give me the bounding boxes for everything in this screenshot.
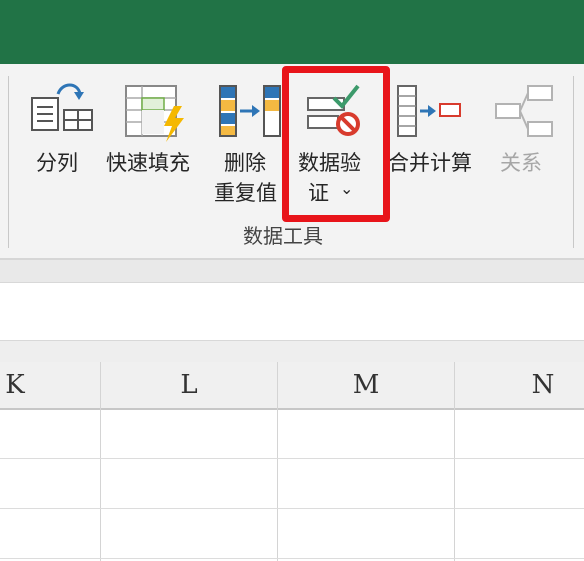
group-separator-right <box>573 76 574 248</box>
grid-row-line <box>0 508 584 509</box>
grid-column-line <box>277 362 278 561</box>
relationships-icon <box>495 85 553 137</box>
consolidate-label: 合并计算 <box>388 151 472 175</box>
consolidate-icon <box>397 85 461 137</box>
column-header-n[interactable]: N <box>455 362 584 408</box>
grid-column-line <box>100 362 101 561</box>
highlight-box <box>282 66 390 222</box>
grid-row-line <box>0 458 584 459</box>
remove-duplicates-button[interactable]: 删除 重复值 <box>212 80 286 220</box>
grid-row-line <box>0 558 584 559</box>
column-headers: K L M N <box>0 362 584 410</box>
formula-bar[interactable] <box>0 282 584 341</box>
title-bar <box>0 0 584 64</box>
group-label-data-tools: 数据工具 <box>243 224 323 248</box>
remove-duplicates-icon <box>219 85 281 137</box>
flash-fill-label: 快速填充 <box>106 151 190 175</box>
relationships-button[interactable]: 关系 <box>490 80 562 200</box>
ribbon-collapse-strip <box>0 260 584 282</box>
grid-column-line <box>454 362 455 561</box>
flash-fill-icon <box>125 85 184 142</box>
sheet-top-gap <box>0 340 584 363</box>
remove-duplicates-label-line2: 重复值 <box>214 181 277 205</box>
column-header-l[interactable]: L <box>101 362 277 408</box>
column-header-k[interactable]: K <box>0 362 30 408</box>
text-to-columns-icon <box>31 83 93 131</box>
flash-fill-button[interactable]: 快速填充 <box>106 80 200 200</box>
text-to-columns-label: 分列 <box>36 151 78 175</box>
column-header-m[interactable]: M <box>278 362 454 408</box>
remove-duplicates-label-line1: 删除 <box>224 151 266 175</box>
text-to-columns-button[interactable]: 分列 <box>26 80 98 200</box>
relationships-label: 关系 <box>500 151 542 175</box>
consolidate-button[interactable]: 合并计算 <box>386 80 482 200</box>
group-separator-left <box>8 76 9 248</box>
